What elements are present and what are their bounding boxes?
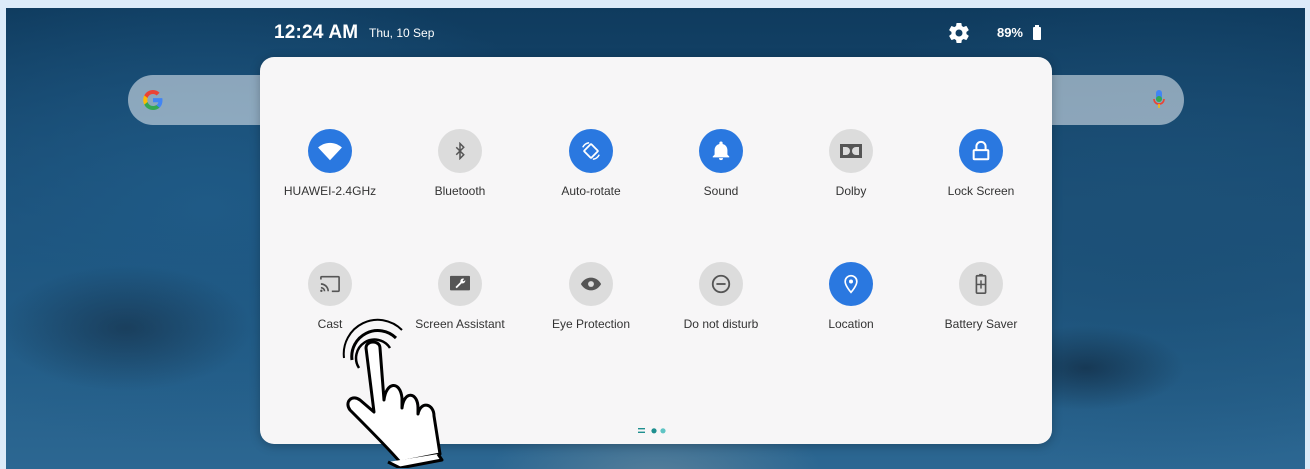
tile-label: Eye Protection bbox=[551, 317, 631, 331]
battery-icon bbox=[1033, 25, 1041, 40]
do-not-disturb-icon bbox=[699, 262, 743, 306]
bell-icon bbox=[699, 129, 743, 173]
page-indicator[interactable] bbox=[638, 427, 678, 435]
tile-label: Auto-rotate bbox=[561, 184, 621, 198]
tile-wifi[interactable]: HUAWEI-2.4GHz bbox=[265, 129, 395, 198]
tile-auto-rotate[interactable]: Auto-rotate bbox=[526, 129, 656, 198]
battery-saver-icon bbox=[959, 262, 1003, 306]
tile-label: HUAWEI-2.4GHz bbox=[283, 184, 377, 198]
tile-eye-protection[interactable]: Eye Protection bbox=[526, 262, 656, 331]
tile-battery-saver[interactable]: Battery Saver bbox=[916, 262, 1046, 331]
status-bar: 12:24 AM Thu, 10 Sep 89% bbox=[274, 22, 1041, 48]
tile-label: Dolby bbox=[835, 184, 867, 198]
tile-label: Bluetooth bbox=[434, 184, 486, 198]
tile-label: Sound bbox=[703, 184, 739, 198]
gear-icon[interactable] bbox=[947, 21, 971, 45]
lock-icon bbox=[959, 129, 1003, 173]
tile-do-not-disturb[interactable]: Do not disturb bbox=[656, 262, 786, 331]
microphone-icon[interactable] bbox=[1152, 88, 1166, 112]
tile-bluetooth[interactable]: Bluetooth bbox=[395, 129, 525, 198]
tile-dolby[interactable]: Dolby bbox=[786, 129, 916, 198]
dolby-icon bbox=[829, 129, 873, 173]
tap-gesture-hand-icon bbox=[342, 318, 444, 468]
tile-location[interactable]: Location bbox=[786, 262, 916, 331]
auto-rotate-icon bbox=[569, 129, 613, 173]
tile-label: Battery Saver bbox=[944, 317, 1018, 331]
wrench-icon bbox=[438, 262, 482, 306]
eye-icon bbox=[569, 262, 613, 306]
tile-label: Do not disturb bbox=[683, 317, 759, 331]
location-pin-icon bbox=[829, 262, 873, 306]
battery-percentage: 89% bbox=[996, 25, 1023, 40]
google-logo-icon bbox=[143, 90, 163, 110]
cast-icon bbox=[308, 262, 352, 306]
bluetooth-icon bbox=[438, 129, 482, 173]
clock: 12:24 AM bbox=[274, 22, 359, 43]
tile-lock-screen[interactable]: Lock Screen bbox=[916, 129, 1046, 198]
tile-sound[interactable]: Sound bbox=[656, 129, 786, 198]
home-screen-wallpaper: 12:24 AM Thu, 10 Sep 89% HUAWEI-2.4GHz B… bbox=[6, 8, 1305, 469]
tile-label: Lock Screen bbox=[947, 184, 1015, 198]
tile-label: Location bbox=[828, 317, 874, 331]
wifi-icon bbox=[308, 129, 352, 173]
date: Thu, 10 Sep bbox=[369, 26, 435, 40]
